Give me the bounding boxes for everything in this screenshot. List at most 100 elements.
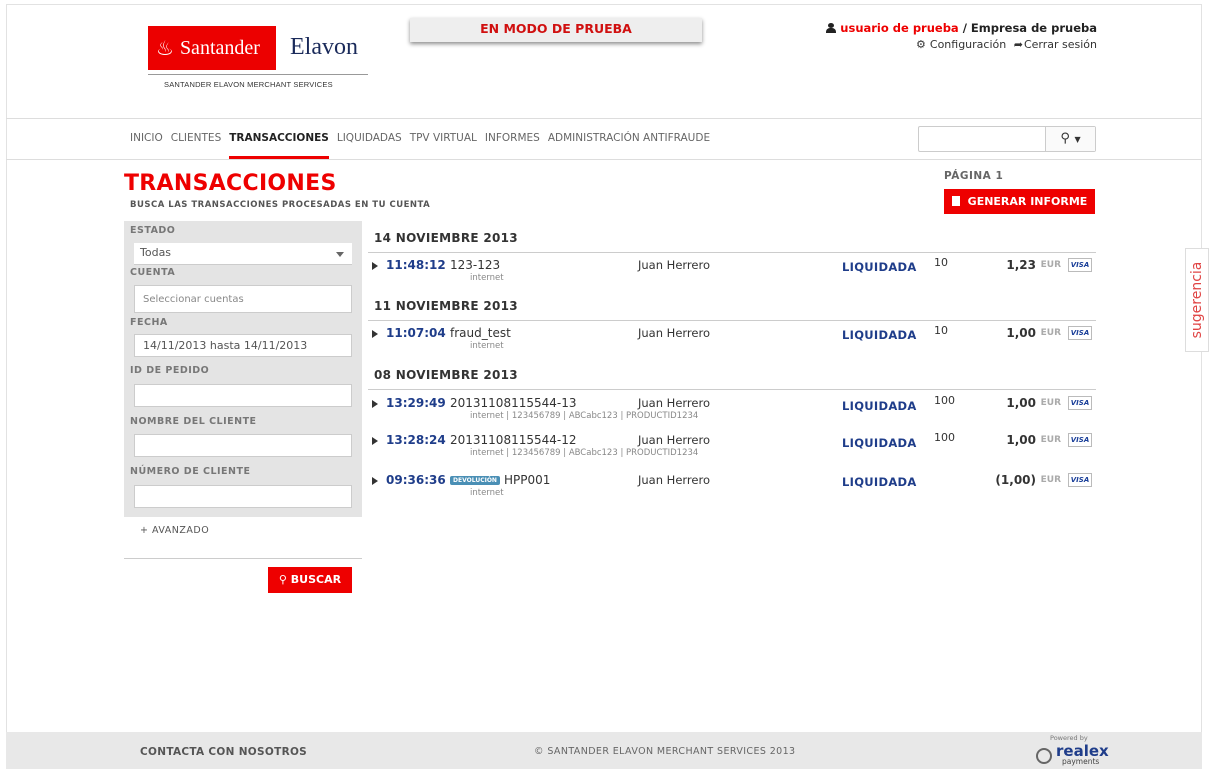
transaction-status: LIQUIDADA bbox=[842, 328, 917, 342]
page-title: TRANSACCIONES bbox=[124, 171, 337, 196]
expand-arrow-icon[interactable] bbox=[372, 262, 378, 270]
main-nav: INICIO CLIENTES TRANSACCIONES LIQUIDADAS… bbox=[6, 118, 1202, 160]
transaction-time[interactable]: 09:36:36 bbox=[386, 473, 446, 487]
visa-card-icon: VISA bbox=[1068, 433, 1092, 447]
search-button[interactable]: ⚲ BUSCAR bbox=[268, 567, 352, 593]
powered-by-label: Powered by bbox=[1050, 734, 1088, 742]
settings-link[interactable]: Configuración bbox=[930, 38, 1006, 51]
logout-link[interactable]: Cerrar sesión bbox=[1024, 38, 1097, 51]
logo-divider bbox=[148, 74, 368, 75]
search-input[interactable]: ⚲ ▼ bbox=[918, 126, 1096, 152]
test-mode-banner: EN MODO DE PRUEBA bbox=[410, 18, 702, 42]
cuenta-placeholder: Seleccionar cuentas bbox=[143, 294, 244, 305]
refund-badge: DEVOLUCIÓN bbox=[450, 476, 500, 485]
contact-link[interactable]: CONTACTA CON NOSOTROS bbox=[140, 746, 307, 758]
nombre-field[interactable] bbox=[134, 434, 352, 457]
visa-card-icon: VISA bbox=[1068, 258, 1092, 272]
fecha-field[interactable]: 14/11/2013 hasta 14/11/2013 bbox=[134, 334, 352, 357]
nav-tpv-virtual[interactable]: TPV VIRTUAL bbox=[410, 119, 477, 159]
nav-clientes[interactable]: CLIENTES bbox=[171, 119, 221, 159]
estado-select[interactable]: Todas bbox=[134, 243, 352, 265]
realex-swirl-icon bbox=[1036, 748, 1052, 764]
page-indicator: PÁGINA 1 bbox=[944, 170, 1004, 182]
transaction-status: LIQUIDADA bbox=[842, 399, 917, 413]
advanced-toggle[interactable]: + AVANZADO bbox=[140, 525, 209, 536]
transaction-ref: 20131108115544-13 bbox=[450, 396, 577, 410]
transaction-customer: Juan Herrero bbox=[638, 473, 710, 487]
feedback-tab-label: sugerencia bbox=[1189, 261, 1205, 339]
transaction-sub: internet bbox=[470, 341, 504, 351]
estado-value: Todas bbox=[140, 246, 172, 259]
transaction-ref: fraud_test bbox=[450, 326, 511, 340]
chevron-down-icon: ▼ bbox=[1074, 135, 1081, 144]
transaction-ref: 20131108115544-12 bbox=[450, 433, 577, 447]
transaction-customer: Juan Herrero bbox=[638, 396, 710, 410]
transaction-time[interactable]: 13:28:24 bbox=[386, 433, 446, 447]
logo-subtitle: SANTANDER ELAVON MERCHANT SERVICES bbox=[164, 80, 333, 89]
transaction-ref-text: HPP001 bbox=[503, 473, 551, 487]
transaction-code: 10 bbox=[934, 324, 948, 337]
nav-inicio[interactable]: INICIO bbox=[130, 119, 163, 159]
transaction-code: 100 bbox=[934, 431, 955, 444]
feedback-tab[interactable]: sugerencia bbox=[1185, 248, 1209, 352]
date-divider bbox=[368, 320, 1096, 321]
nombre-label: NOMBRE DEL CLIENTE bbox=[130, 416, 257, 427]
flame-icon: ♨ bbox=[156, 37, 174, 60]
transaction-time[interactable]: 11:48:12 bbox=[386, 258, 446, 272]
nav-antifraude[interactable]: ADMINISTRACIÓN ANTIFRAUDE bbox=[548, 119, 710, 159]
transaction-row[interactable]: 13:29:49 20131108115544-13 internet | 12… bbox=[368, 394, 1096, 430]
numero-label: NÚMERO DE CLIENTE bbox=[130, 466, 251, 477]
transaction-amount: 1,00 bbox=[1006, 396, 1036, 410]
page-subtitle: BUSCA LAS TRANSACCIONES PROCESADAS EN TU… bbox=[130, 200, 431, 210]
transaction-sub: internet bbox=[470, 488, 504, 498]
estado-label: ESTADO bbox=[130, 225, 176, 236]
santander-logo: ♨ Santander bbox=[148, 26, 276, 70]
transaction-amount: 1,23 bbox=[1006, 258, 1036, 272]
expand-arrow-icon[interactable] bbox=[372, 477, 378, 485]
footer: CONTACTA CON NOSOTROS © SANTANDER ELAVON… bbox=[6, 732, 1202, 769]
realex-payments: payments bbox=[1062, 757, 1100, 766]
generate-report-button[interactable]: GENERAR INFORME bbox=[944, 189, 1095, 214]
user-separator: / bbox=[958, 21, 971, 35]
elavon-logo: Elavon bbox=[290, 34, 358, 60]
expand-arrow-icon[interactable] bbox=[372, 437, 378, 445]
transaction-row[interactable]: 13:28:24 20131108115544-12 internet | 12… bbox=[368, 431, 1096, 467]
numero-field[interactable] bbox=[134, 485, 352, 508]
nav-liquidadas[interactable]: LIQUIDADAS bbox=[337, 119, 402, 159]
brand-logo[interactable]: ♨ Santander Elavon SANTANDER ELAVON MERC… bbox=[140, 20, 370, 95]
nav-transacciones[interactable]: TRANSACCIONES bbox=[229, 119, 329, 159]
realex-logo[interactable]: realex payments bbox=[1036, 742, 1109, 766]
user-name-link[interactable]: usuario de prueba bbox=[840, 21, 958, 35]
date-divider bbox=[368, 252, 1096, 253]
search-icon: ⚲ bbox=[1060, 131, 1070, 146]
transaction-currency: EUR bbox=[1040, 398, 1061, 408]
transaction-code: 100 bbox=[934, 394, 955, 407]
transaction-row[interactable]: 09:36:36 DEVOLUCIÓN HPP001 internet Juan … bbox=[368, 473, 1096, 507]
transaction-time[interactable]: 13:29:49 bbox=[386, 396, 446, 410]
expand-arrow-icon[interactable] bbox=[372, 400, 378, 408]
transaction-sub: internet bbox=[470, 273, 504, 283]
filter-panel: ESTADO Todas CUENTA Seleccionar cuentas … bbox=[124, 221, 362, 517]
cuenta-label: CUENTA bbox=[130, 267, 176, 278]
transaction-currency: EUR bbox=[1040, 435, 1061, 445]
visa-card-icon: VISA bbox=[1068, 326, 1092, 340]
cuenta-field[interactable]: Seleccionar cuentas bbox=[134, 285, 352, 313]
generate-report-label: GENERAR INFORME bbox=[967, 195, 1088, 208]
transaction-status: LIQUIDADA bbox=[842, 260, 917, 274]
transaction-amount: 1,00 bbox=[1006, 326, 1036, 340]
transaction-amount: 1,00 bbox=[1006, 433, 1036, 447]
account-links: ⚙ Configuración ➦Cerrar sesión bbox=[912, 38, 1097, 51]
search-icon: ⚲ bbox=[278, 573, 287, 586]
expand-arrow-icon[interactable] bbox=[372, 330, 378, 338]
company-name: Empresa de prueba bbox=[970, 21, 1097, 35]
search-dropdown-button[interactable]: ⚲ ▼ bbox=[1045, 127, 1095, 151]
pedido-field[interactable] bbox=[134, 384, 352, 407]
transaction-sub: internet | 123456789 | ABCabc123 | PRODU… bbox=[470, 411, 699, 421]
transaction-row[interactable]: 11:07:04 fraud_test internet Juan Herrer… bbox=[368, 324, 1096, 360]
nav-informes[interactable]: INFORMES bbox=[485, 119, 540, 159]
transaction-currency: EUR bbox=[1040, 328, 1061, 338]
transaction-time[interactable]: 11:07:04 bbox=[386, 326, 446, 340]
pedido-label: ID DE PEDIDO bbox=[130, 365, 210, 376]
transaction-row[interactable]: 11:48:12 123-123 internet Juan Herrero L… bbox=[368, 256, 1096, 292]
transaction-code: 10 bbox=[934, 256, 948, 269]
